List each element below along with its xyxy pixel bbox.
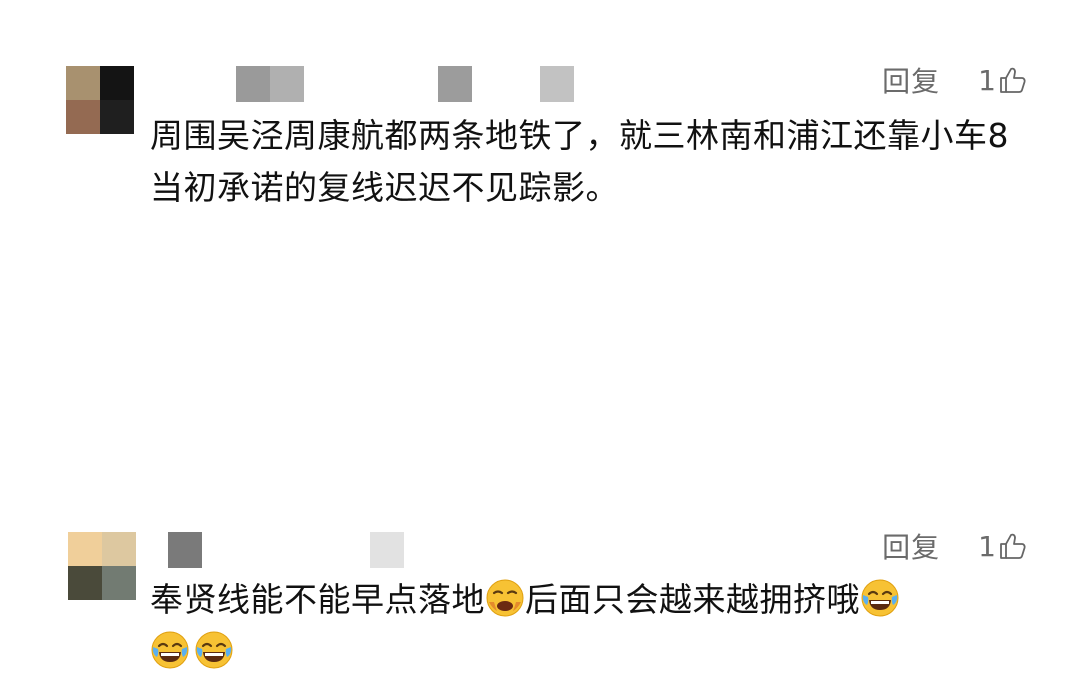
avatar-pixel <box>66 66 100 100</box>
tears-of-joy-emoji-icon <box>861 579 899 617</box>
avatar-pixel <box>68 532 102 566</box>
avatar-pixel <box>102 566 136 600</box>
avatar[interactable] <box>66 66 134 134</box>
comment-text: 奉贤线能不能早点落地 后面只会越来越拥挤哦 <box>150 574 1030 678</box>
reply-button[interactable]: 回复 <box>882 526 940 566</box>
avatar-pixel <box>68 566 102 600</box>
comment-item: 回复 1 周围吴泾周康航都两条地铁了，就三林南和浦江还靠小车8当初承诺的复线迟迟… <box>0 0 1080 230</box>
thumbs-up-icon[interactable] <box>998 531 1028 561</box>
comment-text-part: 后面只会越来越拥挤哦 <box>525 580 860 619</box>
avatar-pixel <box>66 100 100 134</box>
comment-actions: 回复 1 <box>882 60 1028 100</box>
avatar-pixel <box>100 100 134 134</box>
username-redacted[interactable] <box>168 532 408 568</box>
redaction-block <box>540 66 574 102</box>
avatar[interactable] <box>68 532 136 600</box>
comment-text-part: 奉贤线能不能早点落地 <box>150 580 485 619</box>
redaction-block <box>236 66 270 102</box>
redaction-block <box>370 532 404 568</box>
redaction-block <box>168 532 202 568</box>
comment-actions: 回复 1 <box>882 526 1028 566</box>
reply-button[interactable]: 回复 <box>882 60 940 100</box>
tears-of-joy-emoji-icon <box>195 631 233 669</box>
weary-face-emoji-icon <box>486 579 524 617</box>
comment-item: 回复 1 奉贤线能不能早点落地 后面只会越来越拥挤哦 <box>0 230 1080 669</box>
username-redacted[interactable] <box>236 66 576 102</box>
redaction-block <box>438 66 472 102</box>
like-count: 1 <box>978 63 996 97</box>
avatar-pixel <box>100 66 134 100</box>
like-count: 1 <box>978 529 996 563</box>
tears-of-joy-emoji-icon <box>151 631 189 669</box>
redaction-block <box>270 66 304 102</box>
avatar-pixel <box>102 532 136 566</box>
comment-text: 周围吴泾周康航都两条地铁了，就三林南和浦江还靠小车8当初承诺的复线迟迟不见踪影。 <box>150 116 1009 207</box>
thumbs-up-icon[interactable] <box>998 65 1028 95</box>
